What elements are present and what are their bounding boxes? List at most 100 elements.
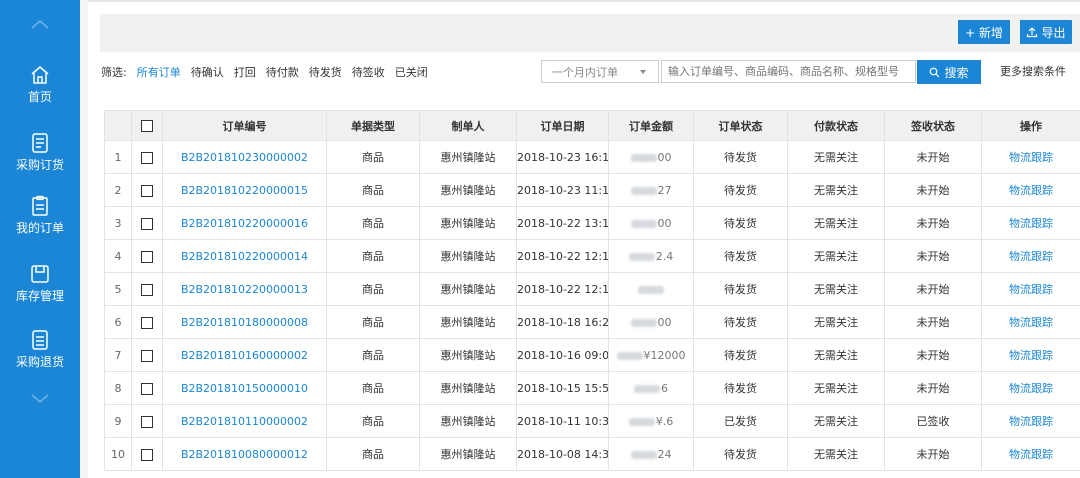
row-checkbox-box[interactable] (141, 283, 153, 296)
row-checkbox-box[interactable] (141, 415, 153, 428)
order-status-cell: 待发货 (693, 206, 788, 240)
my-orders-icon (32, 195, 48, 216)
row-checkbox-box[interactable] (141, 316, 153, 329)
logistics-tracking-link[interactable]: 物流跟踪 (981, 206, 1080, 240)
logistics-tracking-link[interactable]: 物流跟踪 (981, 371, 1080, 405)
filter-all-orders[interactable]: 所有订单 (137, 64, 181, 80)
row-checkbox[interactable] (131, 140, 163, 174)
table-row[interactable]: 3 B2B201810220000016 商品 惠州镇隆站 2018-10-22 13:… (104, 206, 1080, 240)
order-id-link[interactable]: B2B201810230000002 (162, 140, 327, 174)
redacted-amount-mask (628, 417, 655, 426)
order-id-link[interactable]: B2B201810220000016 (162, 206, 327, 240)
select-all-checkbox[interactable] (141, 120, 153, 132)
order-status-cell: 待发货 (693, 371, 788, 405)
order-id-link[interactable]: B2B201810110000002 (162, 404, 327, 438)
row-checkbox[interactable] (131, 404, 163, 438)
header-amount[interactable]: 订单金额 (608, 110, 694, 141)
redacted-amount-mask (637, 285, 664, 294)
amount-visible-text: 00 (657, 216, 672, 230)
order-id-link[interactable]: B2B201810220000013 (162, 272, 327, 306)
table-row[interactable]: 6 B2B201810180000008 商品 惠州镇隆站 2018-10-18 16:… (104, 305, 1080, 339)
row-checkbox[interactable] (131, 305, 163, 339)
logistics-tracking-link[interactable]: 物流跟踪 (981, 239, 1080, 273)
doc-type-cell: 商品 (326, 272, 420, 306)
caret-down-icon (640, 70, 646, 74)
filter-pending-payment[interactable]: 待付款 (266, 64, 299, 80)
sidebar-item-home[interactable]: 首页 (0, 64, 80, 124)
logistics-tracking-link[interactable]: 物流跟踪 (981, 305, 1080, 339)
sidebar-item-purchase-return[interactable]: 采购退货 (0, 329, 80, 389)
logistics-tracking-link[interactable]: 物流跟踪 (981, 404, 1080, 438)
filter-rejected[interactable]: 打回 (234, 64, 256, 80)
redacted-amount-mask (630, 153, 657, 162)
chevron-down-icon[interactable] (0, 386, 80, 410)
header-order-status[interactable]: 订单状态 (693, 110, 788, 141)
export-button[interactable]: 导出 (1020, 20, 1072, 44)
table-row[interactable]: 8 B2B201810150000010 商品 惠州镇隆站 2018-10-15 15:… (104, 371, 1080, 405)
row-checkbox[interactable] (131, 206, 163, 240)
row-checkbox[interactable] (131, 272, 163, 306)
order-id-link[interactable]: B2B201810220000014 (162, 239, 327, 273)
sidebar-item-label: 我的订单 (15, 221, 64, 235)
more-search-link[interactable]: 更多搜索条件 (1000, 63, 1066, 79)
order-id-link[interactable]: B2B201810220000015 (162, 173, 327, 207)
header-select-all[interactable] (131, 110, 163, 141)
table-row[interactable]: 4 B2B201810220000014 商品 惠州镇隆站 2018-10-22 12:… (104, 239, 1080, 273)
header-maker[interactable]: 制单人 (419, 110, 517, 141)
chevron-up-icon[interactable] (0, 12, 80, 36)
filter-pending-shipment[interactable]: 待发货 (309, 64, 342, 80)
amount-cell: 24 (608, 437, 694, 471)
amount-cell (608, 272, 694, 306)
row-checkbox-box[interactable] (141, 151, 153, 164)
row-checkbox[interactable] (131, 437, 163, 471)
header-order-date[interactable]: 订单日期 (516, 110, 609, 141)
row-checkbox-box[interactable] (141, 382, 153, 395)
row-checkbox[interactable] (131, 338, 163, 372)
filter-pending-receipt[interactable]: 待签收 (352, 64, 385, 80)
filter-pending-confirm[interactable]: 待确认 (191, 64, 224, 80)
sidebar-item-inventory[interactable]: 库存管理 (0, 263, 80, 323)
row-checkbox[interactable] (131, 173, 163, 207)
row-checkbox-box[interactable] (141, 448, 153, 461)
order-id-link[interactable]: B2B201810180000008 (162, 305, 327, 339)
header-pay-status[interactable]: 付款状态 (787, 110, 885, 141)
table-row[interactable]: 10 B2B201810080000012 商品 惠州镇隆站 2018-10-08 14… (104, 437, 1080, 471)
table-row[interactable]: 5 B2B201810220000013 商品 惠州镇隆站 2018-10-22 12:… (104, 272, 1080, 306)
pay-status-cell: 无需关注 (787, 437, 885, 471)
row-checkbox[interactable] (131, 239, 163, 273)
row-checkbox-box[interactable] (141, 349, 153, 362)
header-sign-status[interactable]: 签收状态 (884, 110, 982, 141)
sidebar-item-my-orders[interactable]: 我的订单 (0, 195, 80, 255)
logistics-tracking-link[interactable]: 物流跟踪 (981, 338, 1080, 372)
table-row[interactable]: 7 B2B201810160000002 商品 惠州镇隆站 2018-10-16 09:… (104, 338, 1080, 372)
maker-cell: 惠州镇隆站 (419, 173, 517, 207)
order-id-link[interactable]: B2B201810150000010 (162, 371, 327, 405)
row-checkbox[interactable] (131, 371, 163, 405)
amount-cell: 6 (608, 371, 694, 405)
search-input[interactable] (661, 60, 916, 83)
add-button[interactable]: + 新增 (958, 20, 1010, 44)
status-filter-bar: 筛选: 所有订单 待确认 打回 待付款 待发货 待签收 已关闭 (101, 62, 438, 82)
row-checkbox-box[interactable] (141, 217, 153, 230)
order-date-cell: 2018-10-22 12:1... (516, 239, 609, 273)
period-select[interactable]: 一个月内订单 (541, 60, 659, 83)
header-order-id[interactable]: 订单编号 (162, 110, 327, 141)
doc-type-cell: 商品 (326, 173, 420, 207)
logistics-tracking-link[interactable]: 物流跟踪 (981, 173, 1080, 207)
table-row[interactable]: 1 B2B201810230000002 商品 惠州镇隆站 2018-10-23 16:… (104, 140, 1080, 174)
search-button[interactable]: 搜索 (917, 60, 981, 84)
row-checkbox-box[interactable] (141, 184, 153, 197)
order-status-cell: 待发货 (693, 173, 788, 207)
order-id-link[interactable]: B2B201810080000012 (162, 437, 327, 471)
order-status-cell: 待发货 (693, 239, 788, 273)
logistics-tracking-link[interactable]: 物流跟踪 (981, 140, 1080, 174)
filter-closed[interactable]: 已关闭 (395, 64, 428, 80)
table-row[interactable]: 9 B2B201810110000002 商品 惠州镇隆站 2018-10-11 10:… (104, 404, 1080, 438)
header-doc-type[interactable]: 单据类型 (326, 110, 420, 141)
row-checkbox-box[interactable] (141, 250, 153, 263)
table-row[interactable]: 2 B2B201810220000015 商品 惠州镇隆站 2018-10-23 11:… (104, 173, 1080, 207)
logistics-tracking-link[interactable]: 物流跟踪 (981, 437, 1080, 471)
order-id-link[interactable]: B2B201810160000002 (162, 338, 327, 372)
logistics-tracking-link[interactable]: 物流跟踪 (981, 272, 1080, 306)
sidebar-item-purchase-order[interactable]: 采购订货 (0, 132, 80, 192)
